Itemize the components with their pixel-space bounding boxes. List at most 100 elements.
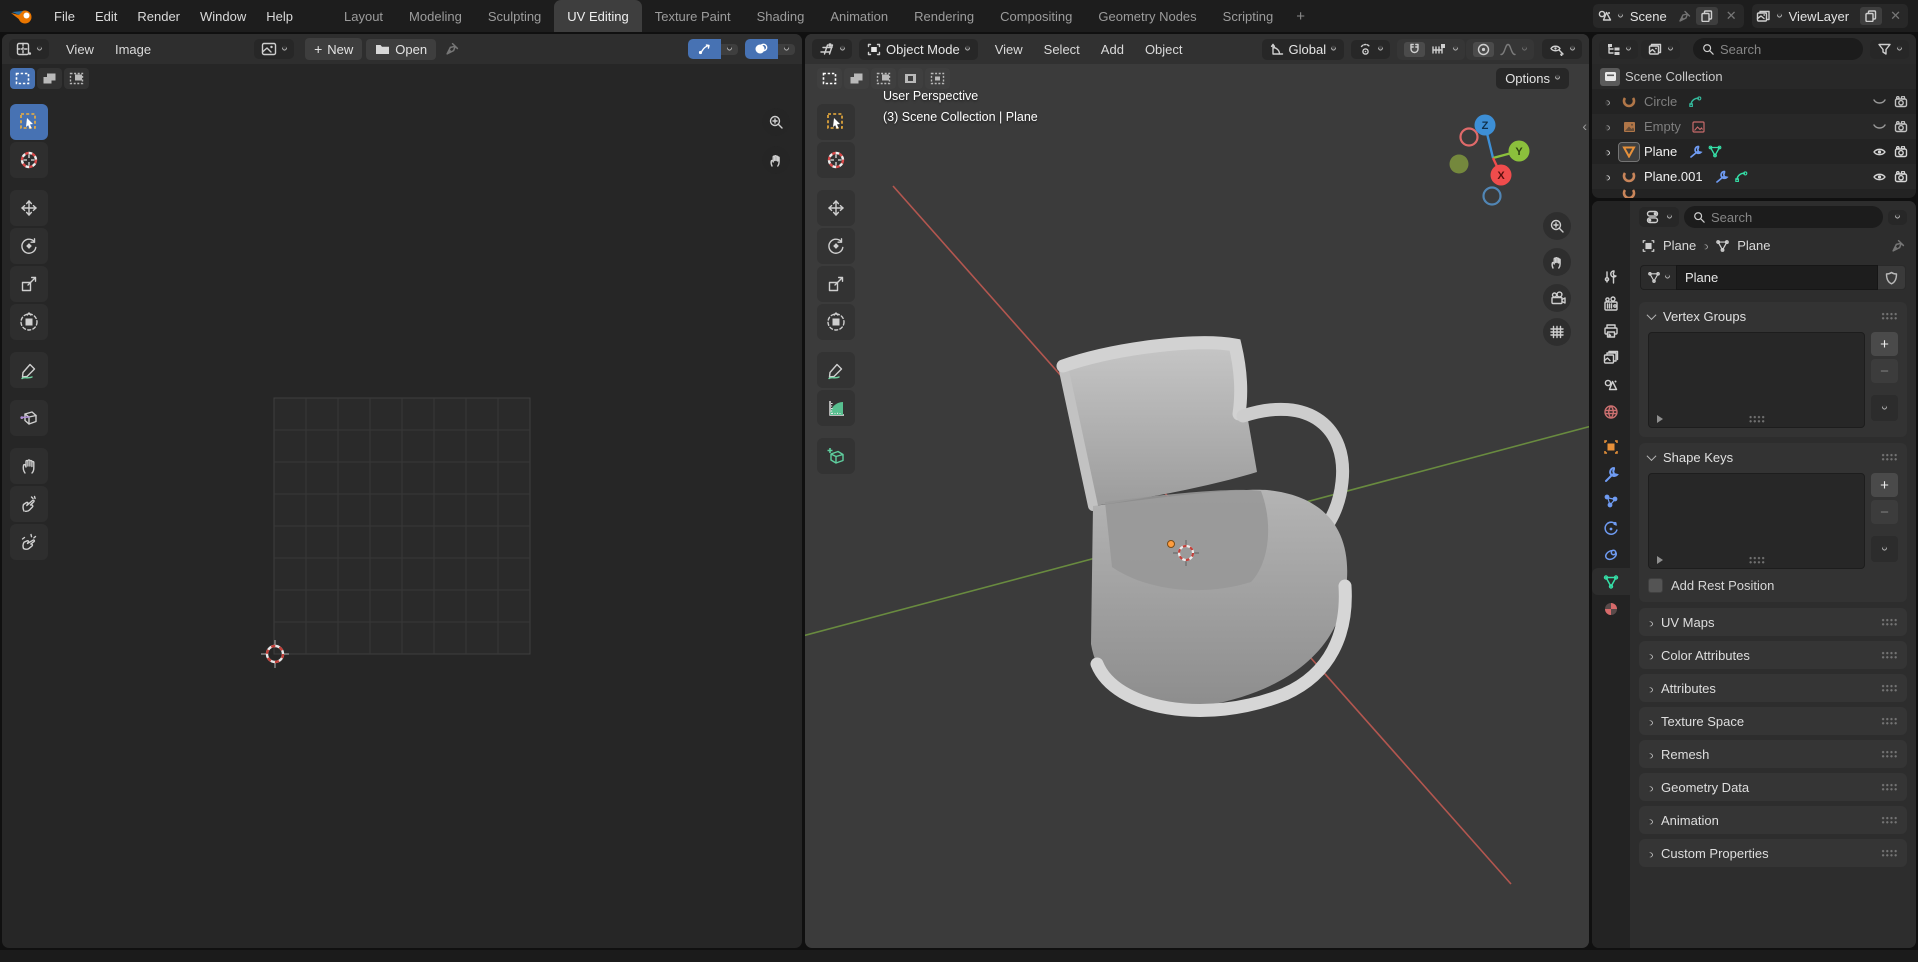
uv-overlays-chevron[interactable] <box>778 44 795 55</box>
view-layer-icon[interactable] <box>1756 9 1772 23</box>
viewport-canvas[interactable]: User Perspective (3) Scene Collection | … <box>805 64 1589 948</box>
uv-show-overlays-toggle[interactable] <box>745 39 778 59</box>
tab-texture-paint[interactable]: Texture Paint <box>642 0 744 32</box>
editor-type-chevron[interactable] <box>36 44 43 51</box>
vp-select-mode-extend[interactable] <box>844 68 869 89</box>
mesh-name-input[interactable]: Plane <box>1676 265 1878 290</box>
list-resize-grip[interactable] <box>1748 556 1765 565</box>
uv-gizmo-chevron[interactable] <box>721 44 738 55</box>
vp-tool-rotate[interactable] <box>817 228 855 264</box>
vp-menu-view[interactable]: View <box>985 38 1033 61</box>
new-scene-button[interactable] <box>1696 7 1718 25</box>
panel-texture-space[interactable]: Texture Space <box>1639 707 1907 735</box>
vp-tool-scale[interactable] <box>817 266 855 302</box>
properties-options-chevron[interactable] <box>1888 210 1907 225</box>
blender-logo-icon[interactable] <box>10 6 36 26</box>
tab-material[interactable] <box>1592 595 1630 622</box>
object-name[interactable]: Empty <box>1644 119 1681 134</box>
camera-visibility-icon[interactable] <box>1894 96 1908 108</box>
tab-animation[interactable]: Animation <box>817 0 901 32</box>
panel-grip[interactable] <box>1881 453 1898 462</box>
add-rest-position-checkbox[interactable] <box>1648 578 1663 593</box>
shape-keys-list[interactable] <box>1648 473 1865 569</box>
tab-output[interactable] <box>1592 317 1630 344</box>
new-view-layer-button[interactable] <box>1860 7 1882 25</box>
image-browse-button[interactable] <box>254 39 294 59</box>
modifier-wrench-icon[interactable] <box>1688 145 1703 158</box>
vp-perspective-toggle-button[interactable] <box>1543 318 1571 346</box>
modifier-wrench-icon[interactable] <box>1714 170 1729 183</box>
outliner-row-scene-collection[interactable]: Scene Collection <box>1592 64 1916 89</box>
sidebar-collapse-chevron[interactable]: ‹ <box>1582 118 1587 134</box>
open-image-button[interactable]: Open <box>366 39 436 60</box>
tab-physics[interactable] <box>1592 514 1630 541</box>
fake-user-shield-button[interactable] <box>1878 265 1906 290</box>
list-resize-grip[interactable] <box>1748 415 1765 424</box>
gizmo-neg-x[interactable] <box>1461 129 1478 146</box>
uv-pan-button[interactable] <box>762 146 790 174</box>
vp-tool-transform[interactable] <box>817 304 855 340</box>
uv-tool-select-box[interactable] <box>10 104 48 140</box>
outliner-row-circle[interactable]: Circle <box>1592 89 1916 114</box>
vp-menu-object[interactable]: Object <box>1135 38 1193 61</box>
uv-tool-move[interactable] <box>10 190 48 226</box>
pin-icon[interactable] <box>1678 10 1691 23</box>
curve-data-icon[interactable] <box>1734 170 1748 183</box>
outliner-display-mode-button[interactable] <box>1599 40 1638 59</box>
vp-tool-add-cube[interactable] <box>817 438 855 474</box>
mesh-data-icon[interactable] <box>1708 145 1722 158</box>
tab-scripting[interactable]: Scripting <box>1210 0 1287 32</box>
scene-icon[interactable] <box>1597 9 1613 23</box>
view-layer-name[interactable]: ViewLayer <box>1787 9 1855 24</box>
hide-toggle-closed-eye-icon[interactable] <box>1872 96 1887 108</box>
tab-modifiers[interactable] <box>1592 460 1630 487</box>
unlink-scene-icon[interactable]: ✕ <box>1723 8 1740 24</box>
mode-selector[interactable]: Object Mode <box>859 39 978 60</box>
outliner-row-plane-001[interactable]: Plane.001 <box>1592 164 1916 189</box>
menu-window[interactable]: Window <box>190 5 256 28</box>
new-image-button[interactable]: + New <box>305 38 362 60</box>
tab-modeling[interactable]: Modeling <box>396 0 475 32</box>
breadcrumb-data[interactable]: Plane <box>1737 238 1770 253</box>
uv-tool-annotate[interactable] <box>10 352 48 388</box>
scene-name[interactable]: Scene <box>1628 9 1673 24</box>
panel-grip[interactable] <box>1881 750 1898 759</box>
collection-name[interactable]: Scene Collection <box>1625 69 1723 84</box>
expand-chevron[interactable] <box>1603 174 1610 181</box>
mesh-browse-button[interactable] <box>1640 265 1676 290</box>
breadcrumb-object[interactable]: Plane <box>1663 238 1696 253</box>
panel-grip[interactable] <box>1881 816 1898 825</box>
tab-render[interactable] <box>1592 290 1630 317</box>
uv-editor-type-button[interactable] <box>9 39 49 59</box>
vp-camera-view-button[interactable] <box>1543 284 1571 312</box>
panel-geometry-data[interactable]: Geometry Data <box>1639 773 1907 801</box>
object-name[interactable]: Plane.001 <box>1644 169 1703 184</box>
uv-tool-rip-region[interactable] <box>10 400 48 436</box>
menu-edit[interactable]: Edit <box>85 5 127 28</box>
vp-tool-move[interactable] <box>817 190 855 226</box>
proportional-falloff-chevron[interactable] <box>1521 44 1528 51</box>
panel-attributes[interactable]: Attributes <box>1639 674 1907 702</box>
vp-menu-add[interactable]: Add <box>1091 38 1134 61</box>
pivot-point-button[interactable] <box>1351 40 1390 59</box>
uv-tool-rotate[interactable] <box>10 228 48 264</box>
shape-key-add-button[interactable]: + <box>1871 473 1898 497</box>
properties-search-input[interactable]: Search <box>1684 206 1883 228</box>
uv-pin-icon[interactable] <box>445 42 459 56</box>
uv-tool-scale[interactable] <box>10 266 48 302</box>
scene-browse-chevron[interactable] <box>1617 11 1624 18</box>
proportional-falloff-icon[interactable] <box>1500 43 1516 56</box>
vp-overlays-chevron[interactable] <box>1569 44 1576 51</box>
vp-tool-cursor[interactable] <box>817 142 855 178</box>
panel-custom-properties[interactable]: Custom Properties <box>1639 839 1907 867</box>
display-mode-chevron[interactable] <box>1625 44 1632 51</box>
vp-show-overlays-toggle[interactable] <box>1549 42 1565 56</box>
viewport-editor-type-button[interactable] <box>812 39 852 59</box>
properties-pin-icon[interactable] <box>1891 239 1905 253</box>
camera-visibility-icon[interactable] <box>1894 121 1908 133</box>
curve-data-icon[interactable] <box>1688 95 1702 108</box>
uv-tool-cursor[interactable] <box>10 142 48 178</box>
panel-animation[interactable]: Animation <box>1639 806 1907 834</box>
tab-world[interactable] <box>1592 398 1630 425</box>
snap-chevron[interactable] <box>1452 44 1459 51</box>
